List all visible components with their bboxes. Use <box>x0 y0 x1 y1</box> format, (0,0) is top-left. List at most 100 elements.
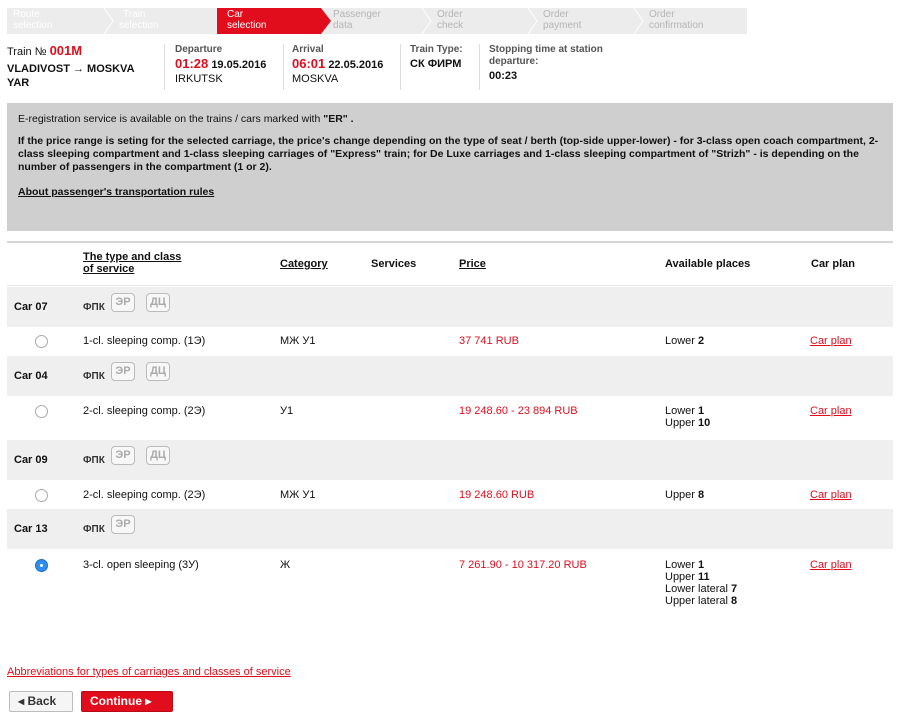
arrival-label: Arrival <box>292 44 324 55</box>
car-list: Car 07 ФПК ЭР ДЦ 1-cl. sleeping comp. (1… <box>7 287 893 662</box>
step-route-selection[interactable]: Route selection <box>7 8 107 34</box>
train-info: Train № 001M VLADIVOST → MOSKVA YAR Depa… <box>7 44 893 94</box>
info-notice: E-registration service is available on t… <box>7 103 893 231</box>
category: Ж <box>280 559 291 571</box>
departure-time: 01:28 <box>175 56 209 71</box>
chevron-right-icon: ▶ <box>145 697 152 706</box>
step-order-check: Order check <box>431 8 531 34</box>
service-type: 1-cl. sleeping comp. (1Э) <box>83 335 206 347</box>
car-plan-link[interactable]: Car plan <box>810 335 852 347</box>
divider <box>400 44 401 90</box>
continue-button-label: Continue <box>90 694 142 708</box>
er-notice-text: E-registration service is available on t… <box>18 113 324 125</box>
car-plan-link[interactable]: Car plan <box>810 405 852 417</box>
car-number: Car 09 <box>14 454 48 466</box>
category: МЖ У1 <box>280 335 316 347</box>
car-select-radio[interactable] <box>35 405 48 418</box>
chevron-left-icon: ◀ <box>18 697 25 706</box>
table-row[interactable]: 1-cl. sleeping comp. (1Э) МЖ У1 37 741 R… <box>7 327 893 356</box>
transportation-rules-link[interactable]: About passenger's transportation rules <box>18 186 214 198</box>
place-count: 11 <box>698 571 710 583</box>
stopping-time-block: Stopping time at station departure: 00:2… <box>489 44 639 90</box>
header-available-places: Available places <box>665 258 751 270</box>
back-button-label: Back <box>27 694 57 708</box>
step-label: selection <box>13 20 53 31</box>
step-label: confirmation <box>649 20 704 31</box>
available-places: Upper 8 <box>665 489 704 501</box>
continue-button[interactable]: Continue ▶ <box>81 691 173 712</box>
car-number: Car 07 <box>14 301 48 313</box>
step-label: payment <box>543 20 582 31</box>
abbreviations-link[interactable]: Abbreviations for types of carriages and… <box>7 666 291 678</box>
train-type-value: СК ФИРМ <box>410 58 462 70</box>
train-type-label: Train Type: <box>410 44 463 55</box>
train-number: 001M <box>49 43 83 58</box>
car-plan-link[interactable]: Car plan <box>810 489 852 501</box>
er-badge: ЭР <box>111 446 135 465</box>
step-order-payment: Order payment <box>537 8 637 34</box>
step-car-selection[interactable]: Car selection <box>219 8 319 34</box>
step-label: Order <box>437 9 463 20</box>
divider <box>283 44 284 90</box>
er-badge: ЭР <box>111 515 135 534</box>
step-label: Route <box>13 9 40 20</box>
place-count: 1 <box>698 405 705 417</box>
service-type: 2-cl. sleeping comp. (2Э) <box>83 405 206 417</box>
place-type: Upper <box>665 417 695 429</box>
carrier-label: ФПК <box>83 302 105 313</box>
car-group-header: Car 09 ФПК ЭР ДЦ <box>7 440 893 480</box>
place-type: Lower <box>665 405 695 417</box>
place-type: Lower <box>665 335 695 347</box>
service-type: 2-cl. sleeping comp. (2Э) <box>83 489 206 501</box>
step-label: Order <box>649 9 675 20</box>
back-button[interactable]: ◀ Back <box>9 691 73 712</box>
header-price[interactable]: Price <box>459 258 486 270</box>
place-type: Lower <box>665 559 695 571</box>
stopping-time-value: 00:23 <box>489 70 518 82</box>
category: У1 <box>280 405 294 417</box>
step-label: Train <box>123 9 146 20</box>
table-row[interactable]: 2-cl. sleeping comp. (2Э) У1 19 248.60 -… <box>7 396 893 440</box>
step-label: Order <box>543 9 569 20</box>
step-label: Car <box>227 9 244 20</box>
carrier-label: ФПК <box>83 455 105 466</box>
departure-date: 19.05.2016 <box>211 59 267 71</box>
table-row[interactable]: 2-cl. sleeping comp. (2Э) МЖ У1 19 248.6… <box>7 480 893 509</box>
train-type-block: Train Type: СК ФИРМ <box>410 44 480 90</box>
carrier-label: ФПК <box>83 524 105 535</box>
step-label: selection <box>119 20 159 31</box>
step-label: check <box>437 20 464 31</box>
car-select-radio[interactable] <box>35 559 48 572</box>
step-order-confirmation: Order confirmation <box>643 8 747 34</box>
er-badge: ЭР <box>111 293 135 312</box>
train-number-block: Train № 001M VLADIVOST → MOSKVA YAR <box>7 44 157 90</box>
arrival-time: 06:01 <box>292 56 326 71</box>
place-type: Upper lateral <box>665 595 728 607</box>
step-label: selection <box>227 20 267 31</box>
car-select-radio[interactable] <box>35 489 48 502</box>
departure-label: Departure <box>175 44 223 55</box>
departure-station: IRKUTSK <box>175 73 223 85</box>
header-type[interactable]: The type and class of service <box>83 251 181 275</box>
price: 7 261.90 - 10 317.20 RUB <box>459 559 587 571</box>
step-train-selection[interactable]: Train selection <box>111 8 211 34</box>
car-group-header: Car 07 ФПК ЭР ДЦ <box>7 287 893 327</box>
header-services: Services <box>371 258 417 270</box>
dc-badge: ДЦ <box>146 446 170 465</box>
carrier-label: ФПК <box>83 371 105 382</box>
header-category[interactable]: Category <box>280 258 328 270</box>
car-plan-link[interactable]: Car plan <box>810 559 852 571</box>
price: 19 248.60 - 23 894 RUB <box>459 405 578 417</box>
car-group-header: Car 13 ФПК ЭР <box>7 509 893 549</box>
header-type-line: The type and class <box>83 251 182 263</box>
table-header: The type and class of service Category S… <box>7 243 893 286</box>
place-count: 10 <box>698 417 711 429</box>
service-type: 3-cl. open sleeping (3У) <box>83 559 199 571</box>
place-count: 1 <box>698 559 705 571</box>
table-row[interactable]: 3-cl. open sleeping (3У) Ж 7 261.90 - 10… <box>7 549 893 619</box>
stopping-time-label: Stopping time at station <box>489 44 603 55</box>
available-places: Lower 2 <box>665 335 704 347</box>
car-number: Car 04 <box>14 370 48 382</box>
car-select-radio[interactable] <box>35 335 48 348</box>
progress-steps: Route selection Train selection Car sele… <box>7 8 747 34</box>
